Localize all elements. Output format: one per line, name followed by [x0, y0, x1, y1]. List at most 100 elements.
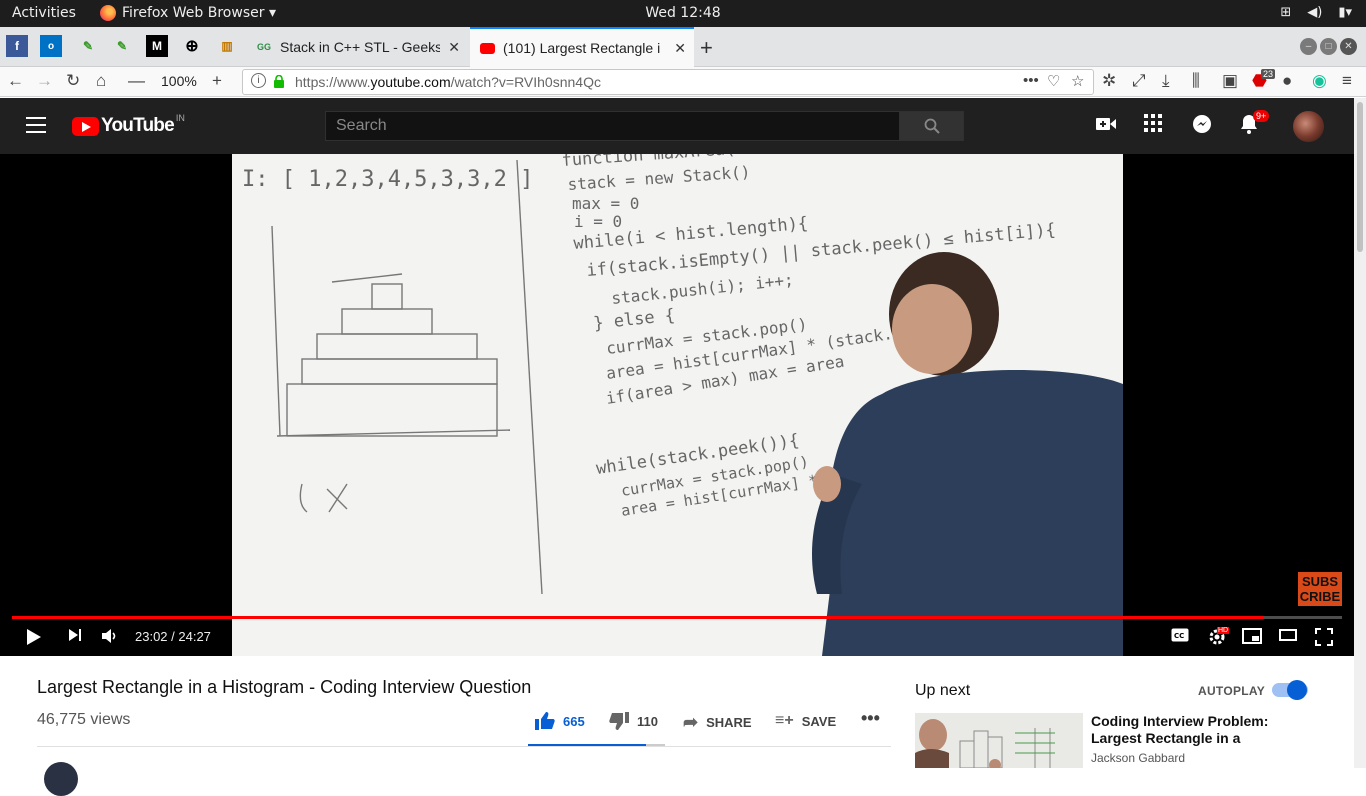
outlook-icon[interactable]: o — [40, 35, 62, 57]
tab-title: (101) Largest Rectangle i — [503, 40, 661, 56]
zoom-out-icon[interactable]: — — [128, 71, 145, 91]
sidebar-icon[interactable]: ▣ — [1222, 71, 1238, 91]
page-scrollbar[interactable] — [1354, 98, 1366, 768]
captions-icon[interactable]: CC — [1171, 628, 1189, 646]
medium-icon[interactable]: M — [146, 35, 168, 57]
video-frame: I: [ 1,2,3,4,5,3,3,2 ] function maxArea(… — [232, 154, 1123, 656]
back-icon[interactable]: ← — [7, 71, 24, 91]
fullscreen-icon[interactable] — [1315, 628, 1333, 650]
avatar[interactable] — [1293, 111, 1324, 142]
notification-count-badge: 9+ — [1253, 110, 1270, 122]
volume-icon[interactable] — [101, 628, 119, 648]
close-icon[interactable]: ✕ — [674, 40, 686, 57]
home-icon[interactable]: ⌂ — [96, 71, 106, 91]
info-icon[interactable]: i — [251, 73, 266, 88]
miniplayer-icon[interactable] — [1242, 628, 1262, 648]
lock-icon — [274, 75, 284, 88]
scrollbar-thumb[interactable] — [1357, 102, 1363, 252]
facebook-icon[interactable]: f — [6, 35, 28, 57]
thumbs-up-icon — [535, 712, 555, 730]
theater-mode-icon[interactable] — [1279, 628, 1297, 645]
download-icon[interactable]: ⤓ — [1162, 71, 1170, 91]
tab-youtube-active[interactable]: (101) Largest Rectangle i ✕ — [470, 27, 694, 67]
youtube-header: YouTube IN Search 9+ — [0, 98, 1354, 154]
search-button[interactable] — [899, 111, 964, 141]
network-icon: ⊞ — [1280, 5, 1292, 20]
system-top-bar: Activities Firefox Web Browser ▾ Wed 12:… — [0, 0, 1366, 27]
progress-bar[interactable] — [12, 616, 1342, 619]
globe-icon[interactable]: ⊕ — [181, 35, 203, 57]
system-tray[interactable]: ⊞ ◀) ▮▾ — [1280, 5, 1352, 20]
more-actions-icon[interactable]: ••• — [861, 708, 880, 729]
minimize-icon[interactable]: – — [1300, 38, 1317, 55]
adblock-count-badge: 23 — [1261, 69, 1276, 79]
youtube-logo[interactable]: YouTube IN — [72, 113, 185, 137]
gear-icon[interactable]: ✲ — [1102, 71, 1116, 91]
autoplay-label: AUTOPLAY — [1198, 684, 1266, 698]
apps-grid-icon[interactable] — [1144, 114, 1162, 138]
autoplay-toggle[interactable] — [1272, 680, 1308, 700]
geeksforgeeks-icon: GG — [256, 42, 271, 52]
whiteboard-text: I: [ 1,2,3,4,5,3,3,2 ] — [242, 167, 533, 192]
like-button[interactable]: 665 — [535, 712, 585, 730]
forward-icon[interactable]: → — [36, 71, 53, 91]
url-bar[interactable]: i https://www.youtube.com/watch?v=RVIh0s… — [242, 69, 1094, 95]
app-menu[interactable]: Firefox Web Browser ▾ — [100, 5, 276, 21]
create-video-icon[interactable] — [1096, 114, 1116, 137]
pinned-tab-icon[interactable]: ✎ — [111, 35, 133, 57]
url-text[interactable]: https://www.youtube.com/watch?v=RVIh0snn… — [295, 74, 601, 90]
messages-icon[interactable] — [1192, 114, 1212, 140]
close-icon[interactable]: ✕ — [448, 39, 460, 56]
volume-icon: ◀) — [1307, 5, 1323, 20]
reload-icon[interactable]: ↻ — [66, 71, 80, 91]
svg-text:CC: CC — [1174, 632, 1184, 640]
bookmark-star-icon[interactable]: ☆ — [1071, 72, 1084, 90]
channel-avatar[interactable] — [44, 762, 78, 796]
app-menu-label: Firefox Web Browser ▾ — [122, 5, 276, 21]
recommended-channel[interactable]: Jackson Gabbard — [1091, 751, 1185, 765]
zoom-level[interactable]: 100% — [161, 73, 197, 89]
maximize-icon[interactable]: □ — [1320, 38, 1337, 55]
activities-button[interactable]: Activities — [12, 5, 76, 21]
zoom-in-icon[interactable]: + — [212, 71, 222, 91]
new-tab-icon[interactable]: + — [700, 35, 713, 61]
video-title: Largest Rectangle in a Histogram - Codin… — [37, 677, 532, 697]
recommended-thumbnail[interactable] — [915, 713, 1083, 768]
search-icon — [924, 118, 940, 134]
save-label: SAVE — [801, 713, 837, 729]
library-icon[interactable]: ⫼ — [1192, 71, 1200, 91]
bookmark-site-icon[interactable]: ▥ — [216, 35, 238, 57]
page-actions-icon[interactable]: ••• — [1023, 72, 1039, 89]
tab-strip: f o ✎ ✎ M ⊕ ▥ GG Stack in C++ STL - Geek… — [0, 27, 1366, 67]
play-icon[interactable] — [26, 628, 42, 650]
svg-text:} else {: } else { — [592, 306, 676, 334]
grammarly-icon[interactable]: ◉ — [1312, 71, 1327, 91]
pinned-tab-icon[interactable]: ✎ — [77, 35, 99, 57]
search-input[interactable]: Search — [325, 111, 900, 141]
divider — [37, 746, 891, 747]
close-window-icon[interactable]: ✕ — [1340, 38, 1357, 55]
tab-geeksforgeeks[interactable]: GG Stack in C++ STL - Geeksf ✕ — [246, 27, 468, 67]
menu-icon[interactable]: ≡ — [1342, 71, 1352, 91]
nav-bar: ← → ↻ ⌂ — 100% + i https://www.youtube.c… — [0, 67, 1366, 97]
presenter-figure — [812, 252, 1123, 656]
youtube-icon — [480, 42, 495, 54]
next-icon[interactable] — [68, 628, 82, 646]
firefox-icon — [100, 5, 116, 21]
dislike-button[interactable]: 110 — [609, 712, 658, 730]
svg-text:i = 0: i = 0 — [574, 212, 622, 231]
tab-title: Stack in C++ STL - Geeksf — [280, 39, 440, 55]
video-player[interactable]: I: [ 1,2,3,4,5,3,3,2 ] function maxArea(… — [0, 154, 1354, 656]
region-code: IN — [175, 113, 185, 123]
recommended-title[interactable]: Coding Interview Problem: Largest Rectan… — [1091, 713, 1291, 747]
fullscreen-toggle-icon[interactable]: ⤢ — [1132, 71, 1146, 91]
save-button[interactable]: ≡+ SAVE — [775, 712, 836, 730]
subscribe-watermark[interactable]: SUBS CRIBE — [1298, 572, 1342, 606]
extension-avatar-icon[interactable]: ● — [1282, 71, 1292, 91]
autoplay-toggle-knob — [1287, 680, 1307, 700]
share-button[interactable]: ➦ SHARE — [683, 712, 752, 733]
pocket-icon[interactable]: ♡ — [1047, 72, 1060, 90]
hamburger-menu-icon[interactable] — [26, 117, 46, 133]
up-next-heading: Up next — [915, 682, 971, 699]
playlist-add-icon: ≡+ — [775, 712, 794, 729]
